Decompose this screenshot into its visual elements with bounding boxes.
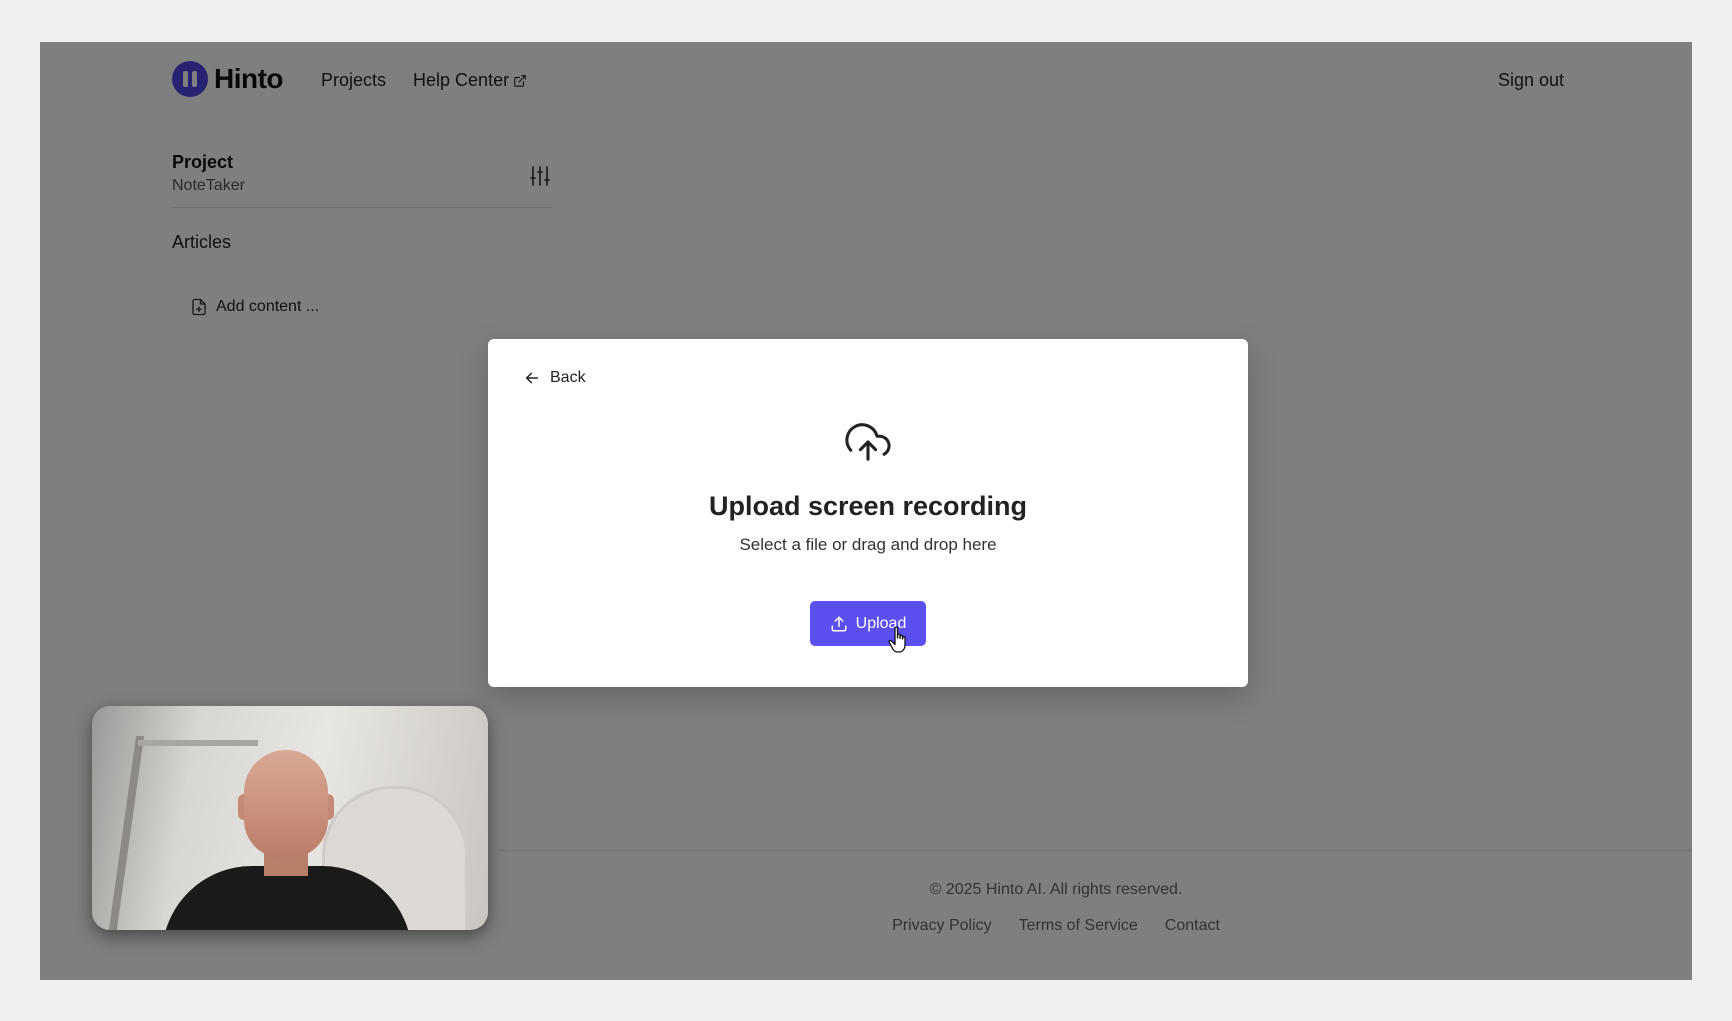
hand-cursor-icon <box>888 626 906 653</box>
arrow-left-icon <box>525 372 539 384</box>
upload-modal: Back Upload screen recording Select a fi… <box>488 339 1248 687</box>
app-frame: Hinto Projects Help Center Sign out <box>40 42 1692 980</box>
webcam-video <box>92 706 488 930</box>
webcam-person-head <box>244 750 328 858</box>
modal-title: Upload screen recording <box>708 491 1028 521</box>
cloud-upload-icon <box>845 423 891 461</box>
back-button[interactable]: Back <box>524 369 586 387</box>
back-label: Back <box>550 369 586 386</box>
modal-subtitle: Select a file or drag and drop here <box>739 535 997 554</box>
webcam-door-top <box>138 740 258 746</box>
webcam-door-frame <box>107 736 145 930</box>
upload-icon <box>831 616 847 631</box>
